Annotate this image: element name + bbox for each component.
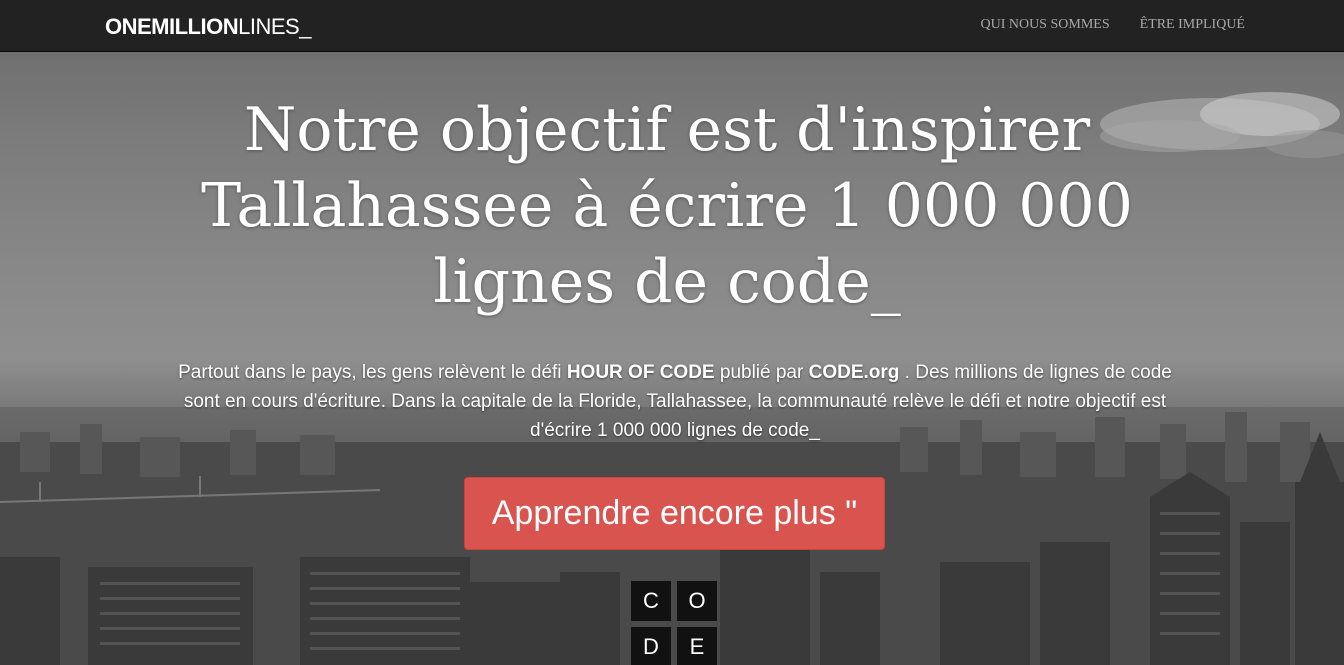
code-org-logo[interactable]: C O D E — [631, 581, 719, 665]
code-logo-letter: C — [631, 581, 671, 621]
hour-of-code-emphasis: HOUR OF CODE — [566, 362, 715, 383]
nav-link-get-involved[interactable]: ÊTRE IMPLIQUÉ — [1140, 16, 1245, 34]
lead-text-2: publié par — [714, 362, 809, 383]
code-logo-letter: E — [677, 627, 717, 665]
learn-more-button[interactable]: Apprendre encore plus " — [464, 477, 885, 550]
code-org-emphasis: CODE.org — [808, 362, 900, 383]
nav-links: QUI NOUS SOMMES ÊTRE IMPLIQUÉ — [980, 16, 1245, 34]
lead-text-1: Partout dans le pays, les gens relèvent … — [178, 362, 567, 383]
top-navbar: ONEMILLIONLINES_ QUI NOUS SOMMES ÊTRE IM… — [0, 0, 1344, 52]
nav-link-about[interactable]: QUI NOUS SOMMES — [980, 16, 1109, 34]
hero-headline: Notre objectif est d'inspirer Tallahasse… — [201, 95, 1133, 317]
brand-logo-bold: ONEMILLION — [105, 14, 239, 39]
brand-logo-link[interactable]: ONEMILLIONLINES_ — [105, 14, 311, 40]
code-logo-letter: O — [677, 581, 717, 621]
brand-logo-light: LINES_ — [238, 14, 311, 39]
hero-description: Partout dans le pays, les gens relèvent … — [160, 358, 1190, 445]
code-logo-letter: D — [631, 627, 671, 665]
hero-section: Notre objectif est d'inspirer Tallahasse… — [0, 52, 1344, 665]
